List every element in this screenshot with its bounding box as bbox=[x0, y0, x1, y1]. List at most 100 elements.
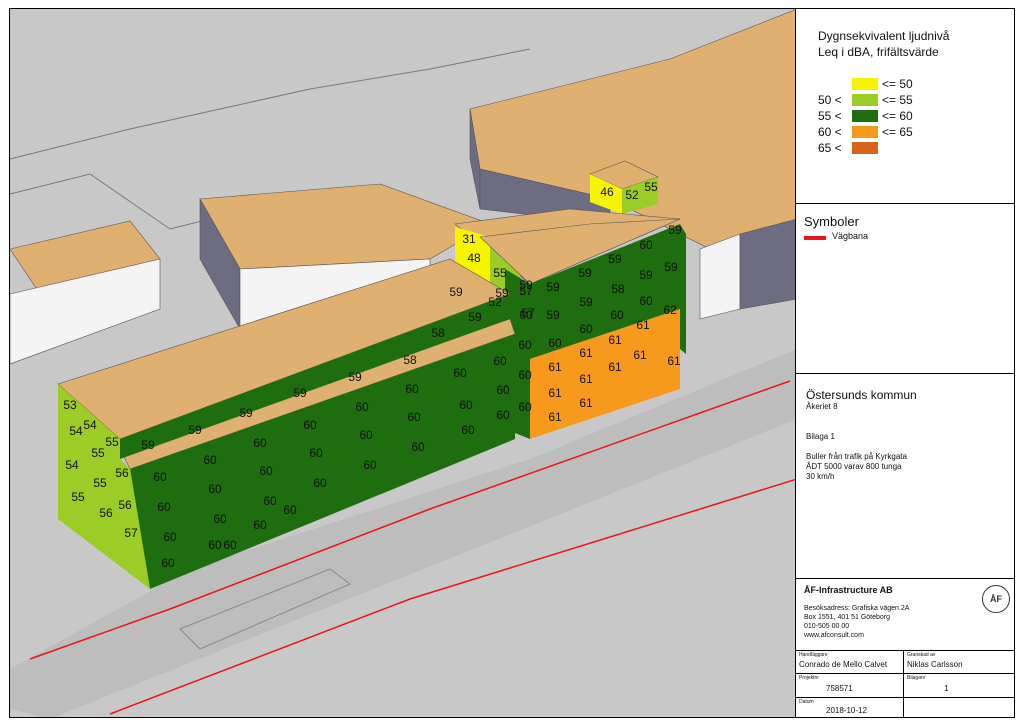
facade-noise-value: 60 bbox=[208, 482, 222, 496]
facade-noise-value: 59 bbox=[449, 285, 463, 299]
facade-noise-value: 61 bbox=[579, 396, 593, 410]
facade-noise-value: 60 bbox=[411, 440, 425, 454]
legend-range-left: 50 < bbox=[818, 93, 842, 107]
facade-noise-value: 46 bbox=[600, 185, 614, 199]
legend-swatch bbox=[852, 94, 878, 106]
building-wall bbox=[699, 233, 741, 320]
facade-noise-value: 60 bbox=[639, 238, 653, 252]
facade-noise-value: 56 bbox=[99, 506, 113, 520]
facade-noise-value: 52 bbox=[488, 295, 502, 309]
facade-noise-value: 55 bbox=[493, 266, 507, 280]
legend-title: Dygnsekvivalent ljudnivå bbox=[818, 29, 950, 43]
facade-noise-value: 60 bbox=[253, 518, 267, 532]
projekt-value: 758571 bbox=[826, 684, 853, 693]
handlaggare-label: Handläggare bbox=[799, 652, 828, 658]
facade-noise-value: 52 bbox=[625, 188, 639, 202]
facade-noise-value: 48 bbox=[467, 251, 481, 265]
facade-noise-value: 55 bbox=[93, 476, 107, 490]
facade-noise-value: 60 bbox=[253, 436, 267, 450]
building-wall bbox=[739, 219, 795, 310]
facade-noise-value: 60 bbox=[359, 428, 373, 442]
legend-range-right: <= 65 bbox=[882, 125, 913, 139]
legend-swatch bbox=[852, 142, 878, 154]
legend-panel: Dygnsekvivalent ljudnivå Leq i dBA, frif… bbox=[796, 8, 1015, 718]
facade-noise-value: 60 bbox=[493, 354, 507, 368]
noise-map-3d-view: 53 54 55 54 55 56 54 55 56 55 56 57 59 59 59 59 59 58 58 59… bbox=[9, 8, 796, 718]
company-address: Box 1551, 401 51 Göteborg bbox=[804, 614, 891, 621]
facade-noise-value: 60 bbox=[579, 322, 593, 336]
facade-noise-value: 60 bbox=[263, 494, 277, 508]
facade-noise-value: 59 bbox=[239, 406, 253, 420]
legend-swatch bbox=[852, 126, 878, 138]
datum-label: Datum bbox=[799, 699, 814, 705]
facade-noise-value: 60 bbox=[405, 382, 419, 396]
facade-noise-value: 61 bbox=[579, 372, 593, 386]
facade-noise-value: 59 bbox=[468, 310, 482, 324]
facade-noise-value: 60 bbox=[518, 368, 532, 382]
facade-noise-value: 53 bbox=[63, 398, 77, 412]
facade-noise-value: 61 bbox=[579, 346, 593, 360]
legend-range-right: <= 55 bbox=[882, 93, 913, 107]
facade-noise-value: 60 bbox=[157, 500, 171, 514]
project-section: Östersunds kommun Åkeriet 8 Bilaga 1 Bul… bbox=[796, 374, 1015, 579]
facade-noise-value: 58 bbox=[611, 282, 625, 296]
facade-noise-value: 60 bbox=[163, 530, 177, 544]
facade-noise-value: 60 bbox=[518, 338, 532, 352]
description-line: Buller från trafik på Kyrkgata bbox=[806, 452, 907, 461]
projekt-label: Projektnr bbox=[799, 675, 820, 681]
company-section: ÅF-Infrastructure AB Besöksadress: Grafi… bbox=[796, 579, 1015, 651]
facade-noise-value: 31 bbox=[462, 232, 476, 246]
bilaga-value: 1 bbox=[944, 684, 949, 693]
facade-noise-value: 59 bbox=[608, 252, 622, 266]
handlaggare-value: Conrado de Mello Calvet bbox=[799, 660, 888, 669]
facade-noise-value: 58 bbox=[431, 326, 445, 340]
datum-value: 2018-10-12 bbox=[826, 706, 867, 715]
facade-noise-value: 61 bbox=[548, 360, 562, 374]
facade-noise-value: 61 bbox=[608, 333, 622, 347]
bilaga-cell: Bilaganr 1 bbox=[904, 674, 1015, 698]
company-logo: ÅF bbox=[982, 585, 1010, 613]
facade-noise-value: 56 bbox=[115, 466, 129, 480]
facade-darkgreen bbox=[680, 224, 686, 354]
datum-cell: Datum 2018-10-12 bbox=[796, 698, 904, 718]
facade-noise-value: 60 bbox=[639, 294, 653, 308]
appendix-label: Bilaga 1 bbox=[806, 432, 835, 441]
facade-noise-value: 60 bbox=[518, 400, 532, 414]
facade-noise-value: 57 bbox=[519, 284, 533, 298]
facade-noise-value: 59 bbox=[668, 223, 682, 237]
facade-noise-value: 55 bbox=[644, 180, 658, 194]
legend-swatch bbox=[852, 110, 878, 122]
facade-noise-value: 57 bbox=[521, 306, 535, 320]
legend-range-right: <= 50 bbox=[882, 77, 913, 91]
description-line: ÅDT 5000 varav 800 tunga bbox=[806, 462, 902, 471]
legend-range-left: 65 < bbox=[818, 141, 842, 155]
facade-noise-value: 60 bbox=[203, 453, 217, 467]
facade-noise-value: 60 bbox=[363, 458, 377, 472]
symbols-section: Symboler Vägbana bbox=[796, 204, 1015, 374]
facade-noise-value: 59 bbox=[348, 370, 362, 384]
company-web: www.afconsult.com bbox=[804, 632, 864, 639]
handlaggare-cell: Handläggare Conrado de Mello Calvet bbox=[796, 651, 904, 674]
facade-noise-value: 60 bbox=[309, 446, 323, 460]
granskad-cell: Granskad av Niklas Carlsson bbox=[904, 651, 1015, 674]
road-symbol-label: Vägbana bbox=[832, 231, 869, 241]
facade-noise-value: 60 bbox=[259, 464, 273, 478]
legend-subtitle: Leq i dBA, frifältsvärde bbox=[818, 45, 939, 59]
facade-noise-value: 55 bbox=[91, 446, 105, 460]
road-symbol bbox=[804, 236, 826, 240]
company-name: ÅF-Infrastructure AB bbox=[804, 585, 893, 595]
facade-noise-value: 54 bbox=[83, 418, 97, 432]
facade-noise-value: 60 bbox=[407, 410, 421, 424]
facade-noise-value: 60 bbox=[610, 308, 624, 322]
area-name: Åkeriet 8 bbox=[806, 402, 838, 411]
facade-noise-value: 59 bbox=[639, 268, 653, 282]
company-logo-text: ÅF bbox=[990, 594, 1002, 604]
facade-noise-value: 60 bbox=[355, 400, 369, 414]
facade-noise-value: 59 bbox=[293, 386, 307, 400]
legend-range-right: <= 60 bbox=[882, 109, 913, 123]
facade-noise-value: 59 bbox=[546, 280, 560, 294]
facade-noise-value: 55 bbox=[71, 490, 85, 504]
facade-noise-value: 60 bbox=[153, 470, 167, 484]
facade-noise-value: 54 bbox=[69, 424, 83, 438]
municipality: Östersunds kommun bbox=[806, 388, 917, 402]
